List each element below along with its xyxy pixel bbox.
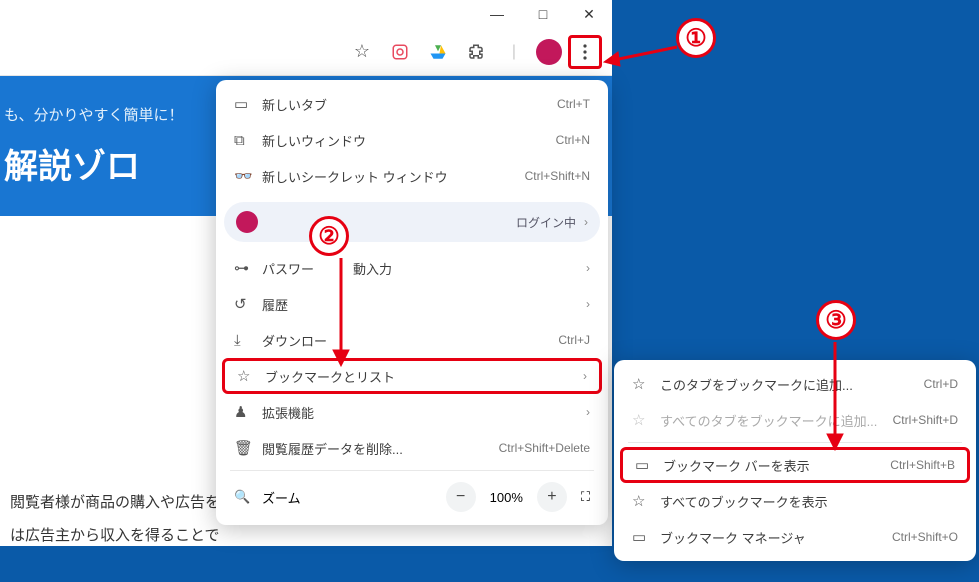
submenu-manager[interactable]: ▭ ブックマーク マネージャ Ctrl+Shift+O [620,519,970,555]
arrow-1 [602,42,682,72]
menu-label: このタブをブックマークに追加... [660,375,924,394]
menu-clear-data[interactable]: 🗑 閲覧履歴データを削除... Ctrl+Shift+Delete [222,430,602,466]
tab-icon: ▭ [234,95,262,113]
menu-downloads[interactable]: ⤓ ダウンロー Ctrl+J [222,322,602,358]
bar-icon: ▭ [635,456,663,474]
titlebar: — □ ✕ [0,0,612,28]
chrome-main-menu: ▭ 新しいタブ Ctrl+T ⧉ 新しいウィンドウ Ctrl+N 👓 新しいシー… [216,80,608,525]
menu-label: 閲覧履歴データを削除... [262,439,499,458]
extensions-icon[interactable] [460,36,492,68]
menu-label: すべてのタブをブックマークに追加... [660,411,893,430]
chevron-right-icon: › [583,369,587,383]
chevron-right-icon: › [586,261,590,275]
shortcut: Ctrl+T [557,97,590,111]
star-icon: ☆ [632,375,660,393]
close-button[interactable]: ✕ [566,0,612,28]
shortcut: Ctrl+Shift+N [525,169,590,183]
maximize-button[interactable]: □ [520,0,566,28]
menu-label: ズーム [262,488,442,507]
submenu-show-all[interactable]: ☆ すべてのブックマークを表示 [620,483,970,519]
chevron-right-icon: › [586,297,590,311]
drive-icon[interactable] [422,36,454,68]
history-icon: ↺ [234,295,262,313]
shortcut: Ctrl+J [558,333,590,347]
minimize-button[interactable]: — [474,0,520,28]
trash-icon: 🗑 [234,439,262,457]
menu-label: ダウンロー [262,331,558,350]
zoom-icon: 🔍 [234,489,262,505]
menu-label: すべてのブックマークを表示 [660,492,958,511]
menu-label: 履歴 [262,295,578,314]
zoom-in-button[interactable]: + [537,482,567,512]
menu-label: 新しいタブ [262,95,557,114]
zoom-out-button[interactable]: − [446,482,476,512]
manager-icon: ▭ [632,528,660,546]
menu-label: 新しいシークレット ウィンドウ [262,167,525,186]
menu-profile[interactable]: ログイン中 › [224,202,600,242]
separator [230,470,594,471]
puzzle-icon: ♟ [234,403,262,421]
fullscreen-button[interactable]: ⛶ [581,489,590,505]
callout-2: ② [309,216,349,256]
profile-status: ログイン中 [516,214,576,231]
shortcut: Ctrl+Shift+Delete [499,441,590,455]
menu-label: 新しいウィンドウ [262,131,556,150]
stars-icon: ☆ [632,411,660,429]
shortcut: Ctrl+D [924,377,958,391]
key-icon: ⊶ [234,259,262,277]
menu-label: パスワードと自動入力 [262,259,578,278]
menu-label: ブックマークとリスト [265,367,575,386]
chevron-right-icon: › [584,215,588,229]
submenu-bookmark-tab[interactable]: ☆ このタブをブックマークに追加... Ctrl+D [620,366,970,402]
more-vertical-icon [583,44,587,60]
callout-3: ③ [816,300,856,340]
menu-incognito[interactable]: 👓 新しいシークレット ウィンドウ Ctrl+Shift+N [222,158,602,194]
callout-1: ① [676,18,716,58]
shortcut: Ctrl+Shift+B [890,458,955,472]
menu-label: ブックマーク バーを表示 [663,456,890,475]
arrow-3 [820,342,850,452]
bookmarks-submenu: ☆ このタブをブックマークに追加... Ctrl+D ☆ すべてのタブをブックマ… [614,360,976,561]
shortcut: Ctrl+Shift+O [892,530,958,544]
profile-avatar-small [236,211,258,233]
menu-new-tab[interactable]: ▭ 新しいタブ Ctrl+T [222,86,602,122]
shortcut: Ctrl+N [556,133,590,147]
menu-label: 拡張機能 [262,403,578,422]
menu-history[interactable]: ↺ 履歴 › [222,286,602,322]
incognito-icon: 👓 [234,167,262,185]
divider: | [498,36,530,68]
star-icon: ☆ [632,492,660,510]
lens-icon[interactable] [384,36,416,68]
menu-passwords[interactable]: ⊶ パスワードと自動入力 › [222,250,602,286]
menu-extensions[interactable]: ♟ 拡張機能 › [222,394,602,430]
menu-bookmarks[interactable]: ☆ ブックマークとリスト › [222,358,602,394]
menu-new-window[interactable]: ⧉ 新しいウィンドウ Ctrl+N [222,122,602,158]
menu-label: ブックマーク マネージャ [660,528,892,547]
download-icon: ⤓ [234,332,262,349]
toolbar: ☆ | [0,28,612,76]
window-icon: ⧉ [234,132,262,149]
bookmark-star-icon[interactable]: ☆ [346,36,378,68]
more-menu-button[interactable] [568,35,602,69]
profile-avatar[interactable] [536,39,562,65]
arrow-2 [326,258,356,368]
submenu-bookmark-all: ☆ すべてのタブをブックマークに追加... Ctrl+Shift+D [620,402,970,438]
separator [628,442,962,443]
star-icon: ☆ [237,367,265,385]
shortcut: Ctrl+Shift+D [893,413,958,427]
menu-zoom: 🔍 ズーム − 100% + ⛶ [222,475,602,519]
zoom-value: 100% [490,490,523,505]
submenu-show-bar[interactable]: ▭ ブックマーク バーを表示 Ctrl+Shift+B [620,447,970,483]
chevron-right-icon: › [586,405,590,419]
